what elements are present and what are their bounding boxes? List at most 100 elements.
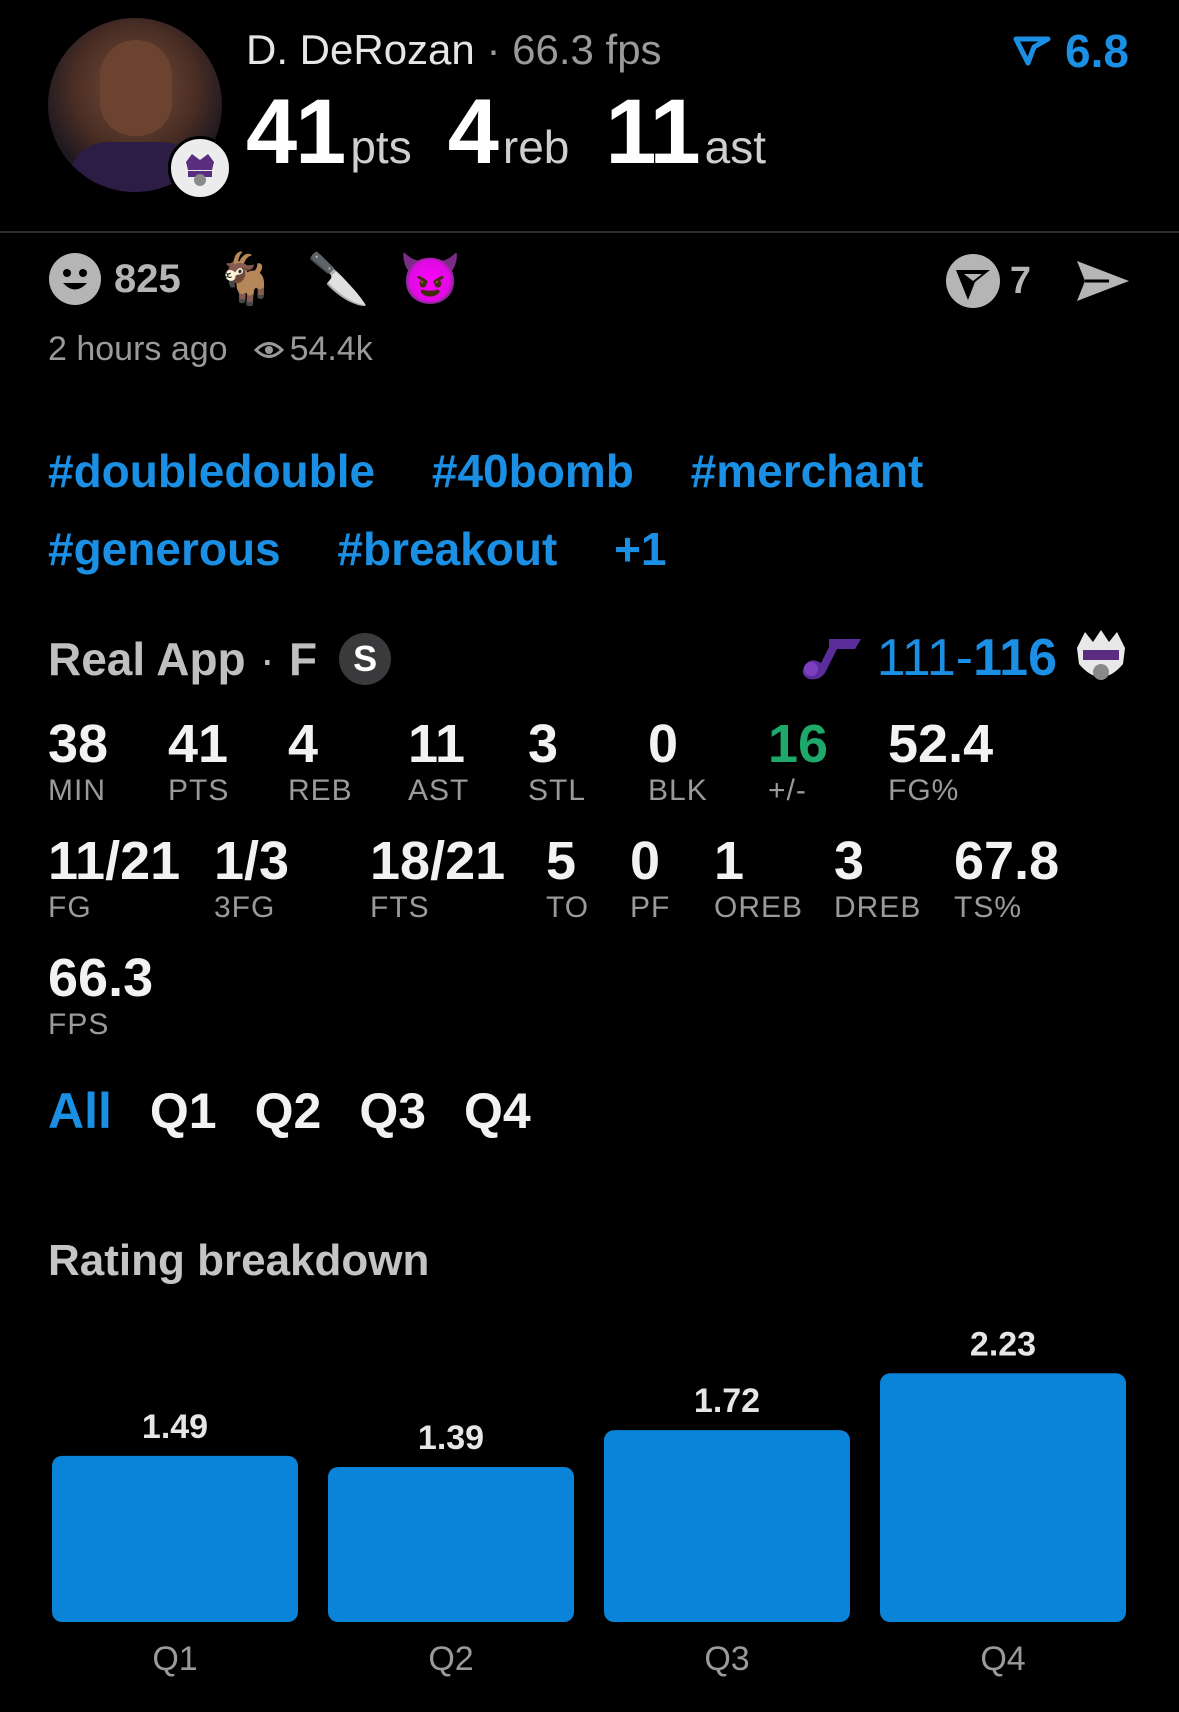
stat-label: FPS — [48, 1008, 110, 1041]
x-tick-label: Q4 — [980, 1640, 1025, 1678]
player-name-line: D. DeRozan · 66.3 fps — [246, 26, 662, 74]
tab-q4[interactable]: Q4 — [464, 1082, 531, 1140]
tab-all[interactable]: All — [48, 1082, 112, 1140]
smile-reaction-icon[interactable] — [48, 252, 102, 306]
bar-value-label: 2.23 — [970, 1325, 1036, 1363]
stat-value: 18/21 — [370, 831, 506, 891]
header-divider — [0, 231, 1179, 233]
stat-label: FG% — [888, 774, 960, 807]
player-rating[interactable]: 6.8 — [1012, 24, 1129, 78]
stat-reb: 4 REB — [288, 714, 353, 808]
x-tick-label: Q3 — [704, 1640, 749, 1678]
bar-q3[interactable] — [604, 1430, 850, 1622]
kings-logo-icon — [168, 136, 232, 200]
quarter-tabs: All Q1 Q2 Q3 Q4 — [48, 1082, 569, 1140]
stat-ast: 11 AST — [408, 714, 469, 808]
stat-label: +/- — [768, 774, 807, 807]
bar-q2[interactable] — [328, 1466, 574, 1622]
post-actions: 7 — [944, 252, 1131, 310]
kings-crown-icon — [186, 154, 214, 186]
views: 54.4k — [253, 330, 373, 369]
stat-value: 1/3 — [214, 831, 290, 891]
stat-label: MIN — [48, 774, 106, 807]
stat-pf: 0 PF — [630, 831, 670, 925]
tag-40bomb[interactable]: #40bomb — [432, 445, 634, 497]
stat-value: 3 — [834, 831, 865, 891]
reactions-row: 825 🐐 🔪 😈 — [48, 252, 492, 306]
stat-fts: 18/21 FTS — [370, 831, 505, 925]
game-score[interactable]: 111- 116 — [799, 628, 1129, 688]
headline-points-unit: pts — [350, 121, 412, 173]
stat-label: 3FG — [214, 891, 276, 924]
x-tick-label: Q1 — [152, 1640, 197, 1678]
name-separator: · — [486, 26, 501, 73]
x-tick-label: Q2 — [428, 1640, 473, 1678]
stat-label: REB — [288, 774, 353, 807]
stat-to: 5 TO — [546, 831, 589, 925]
tag-merchant[interactable]: #merchant — [691, 445, 924, 497]
smile-reaction-count: 825 — [114, 256, 181, 301]
tag-more[interactable]: +1 — [614, 523, 666, 575]
stat-3fg: 1/3 3FG — [214, 831, 289, 925]
headline-rebounds-unit: reb — [502, 121, 570, 173]
stat-label: OREB — [714, 891, 804, 924]
stat-ts-pct: 67.8 TS% — [954, 831, 1059, 925]
stat-value: 11 — [408, 714, 466, 774]
jazz-logo-icon — [802, 639, 861, 680]
tag-generous[interactable]: #generous — [48, 523, 281, 575]
post-meta: 2 hours ago 54.4k — [48, 330, 373, 369]
stat-value: 41 — [168, 714, 229, 774]
stat-value: 16 — [768, 714, 829, 774]
headline-assists-value: 11 — [605, 81, 700, 183]
bar-q4[interactable] — [880, 1373, 1126, 1622]
headline-stats: 41 pts 4 reb 11 ast — [246, 80, 802, 185]
score-away: 111- — [876, 629, 974, 687]
stat-label: TS% — [954, 891, 1023, 924]
stat-label: PF — [630, 891, 671, 924]
stat-label: BLK — [648, 774, 708, 807]
stat-label: STL — [528, 774, 587, 807]
stat-label: FG — [48, 891, 92, 924]
share-send-icon[interactable] — [1075, 257, 1131, 305]
bar-value-label: 1.39 — [418, 1419, 484, 1457]
stat-value: 67.8 — [954, 831, 1060, 891]
player-name[interactable]: D. DeRozan — [246, 26, 475, 73]
stat-value: 66.3 — [48, 948, 154, 1008]
knife-emoji-icon[interactable]: 🔪 — [307, 254, 369, 304]
stat-label: DREB — [834, 891, 922, 924]
stat-pts: 41 PTS — [168, 714, 229, 808]
s-badge: S — [339, 633, 392, 685]
kings-logo-small-icon — [1077, 630, 1125, 680]
stat-value: 52.4 — [888, 714, 994, 774]
goat-emoji-icon[interactable]: 🐐 — [215, 254, 277, 304]
game-status: F — [288, 633, 318, 685]
stat-value: 4 — [288, 714, 319, 774]
headline-points-value: 41 — [246, 81, 346, 183]
rating-value: 6.8 — [1065, 25, 1129, 77]
comment-icon[interactable] — [944, 252, 1002, 310]
stat-value: 1 — [714, 831, 745, 891]
game-separator: · — [259, 633, 275, 685]
tag-doubledouble[interactable]: #doubledouble — [48, 445, 375, 497]
devil-emoji-icon[interactable]: 😈 — [399, 254, 461, 304]
game-source: Real App — [48, 633, 246, 685]
stat-label: PTS — [168, 774, 230, 807]
stat-dreb: 3 DREB — [834, 831, 921, 925]
tab-q2[interactable]: Q2 — [255, 1082, 322, 1140]
stat-stl: 3 STL — [528, 714, 586, 808]
tab-q3[interactable]: Q3 — [359, 1082, 426, 1140]
stat-fg: 11/21 FG — [48, 831, 180, 925]
stat-value: 5 — [546, 831, 577, 891]
tab-q1[interactable]: Q1 — [150, 1082, 217, 1140]
stat-value: 3 — [528, 714, 559, 774]
stat-blk: 0 BLK — [648, 714, 708, 808]
stat-value: 0 — [630, 831, 661, 891]
view-count: 54.4k — [289, 330, 373, 368]
bar-q1[interactable] — [52, 1455, 298, 1622]
player-face — [100, 40, 172, 136]
tag-breakout[interactable]: #breakout — [337, 523, 557, 575]
stat-value: 38 — [48, 714, 109, 774]
rating-icon — [1013, 36, 1051, 66]
headline-assists-unit: ast — [704, 121, 767, 173]
bar-value-label: 1.49 — [142, 1408, 208, 1446]
